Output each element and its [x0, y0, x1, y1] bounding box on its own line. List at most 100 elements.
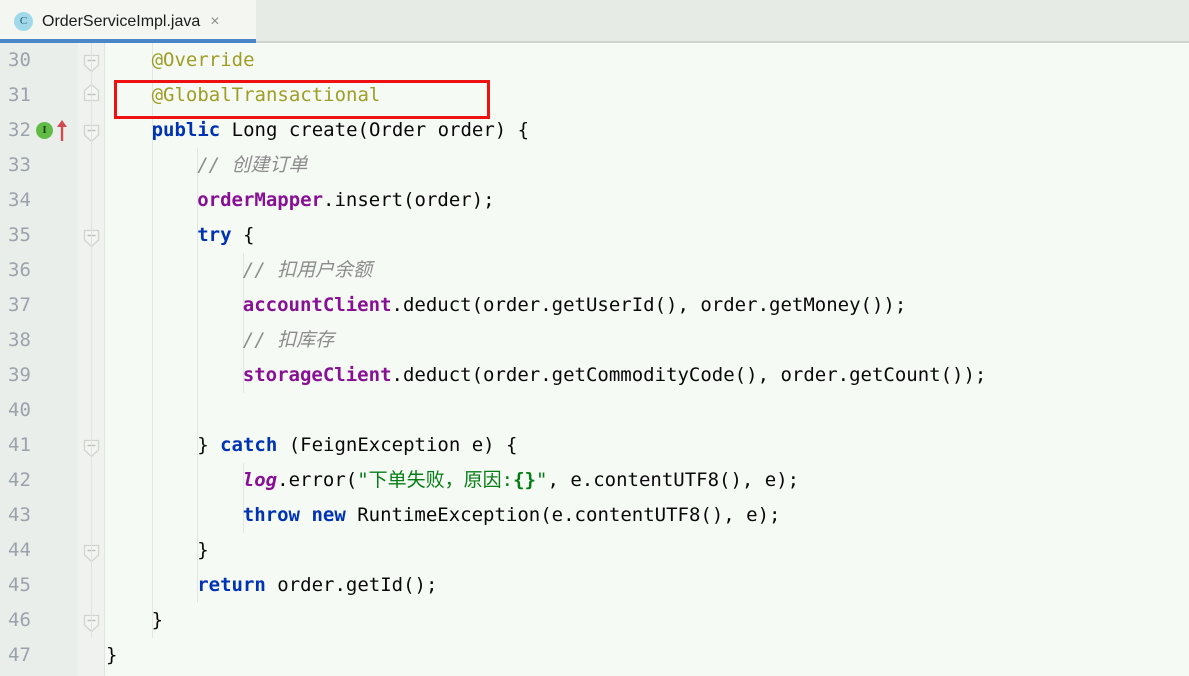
code-line-text[interactable]: // 创建订单 [197, 148, 307, 183]
code-token: "下单失败，原因: [357, 469, 514, 491]
line-number: 35 [8, 224, 31, 246]
code-token: .error( [277, 469, 358, 491]
line-number: 42 [8, 469, 31, 491]
fold-connector-line [91, 603, 92, 638]
code-line-text[interactable]: public Long create(Order order) { [152, 113, 530, 148]
line-number: 44 [8, 539, 31, 561]
code-line-text[interactable]: storageClient.deduct(order.getCommodityC… [243, 358, 987, 393]
fold-connector-line [91, 393, 92, 428]
fold-connector-line [91, 218, 92, 253]
line-number: 31 [8, 84, 31, 106]
fold-connector-line [91, 113, 92, 148]
code-token: { [231, 224, 255, 246]
code-line-text[interactable]: log.error("下单失败，原因:{}", e.contentUTF8(),… [243, 463, 799, 498]
code-line-row[interactable]: 37 accountClient.deduct(order.getUserId()… [0, 288, 1189, 323]
code-token: @Override [151, 49, 255, 71]
code-token: throw [242, 504, 300, 526]
close-icon[interactable]: × [210, 13, 219, 30]
line-number: 37 [8, 294, 31, 316]
code-line-text[interactable]: // 扣库存 [243, 323, 334, 358]
code-editor-area[interactable]: 30 @Override 31 @GlobalTransactional 32 Ipubl… [0, 43, 1189, 676]
line-number: 47 [8, 644, 31, 666]
code-line-text[interactable]: } [152, 603, 163, 638]
overriding-method-arrow-icon[interactable] [55, 118, 69, 142]
fold-connector-line [91, 498, 92, 533]
code-line-row[interactable]: 38 // 扣库存 [0, 323, 1189, 358]
code-line-row[interactable]: 46} [0, 603, 1189, 638]
line-number: 39 [8, 364, 31, 386]
fold-connector-line [91, 568, 92, 603]
line-number: 43 [8, 504, 31, 526]
code-line-row[interactable]: 33 // 创建订单 [0, 148, 1189, 183]
code-line-row[interactable]: 42 log.error("下单失败，原因:{}", e.contentUTF8(… [0, 463, 1189, 498]
code-line-row[interactable]: 31 @GlobalTransactional [0, 78, 1189, 113]
code-line-text[interactable]: orderMapper.insert(order); [197, 183, 494, 218]
fold-connector-line [91, 253, 92, 288]
code-line-text[interactable]: } catch (FeignException e) { [197, 428, 517, 463]
code-token: " [535, 469, 548, 491]
line-number: 36 [8, 259, 31, 281]
java-class-icon: C [14, 12, 33, 31]
editor-tab-bar: C OrderServiceImpl.java × [0, 0, 1189, 43]
code-token: log [242, 469, 278, 491]
code-line-text[interactable]: @Override [152, 43, 255, 78]
fold-connector-line [91, 288, 92, 323]
code-line-text[interactable]: } [106, 638, 117, 673]
code-token: } [197, 539, 209, 561]
code-line-row[interactable]: 47} [0, 638, 1189, 673]
ide-editor-window: C OrderServiceImpl.java × 30 @Override 31 @… [0, 0, 1189, 676]
code-token: accountClient [242, 294, 392, 316]
code-line-text[interactable]: @GlobalTransactional [152, 78, 381, 113]
code-lines[interactable]: 30 @Override 31 @GlobalTransactional 32 Ipubl… [0, 43, 1189, 676]
code-line-row[interactable]: 41} catch (FeignException e) { [0, 428, 1189, 463]
code-line-row[interactable]: 36 // 扣用户余额 [0, 253, 1189, 288]
code-token: catch [220, 434, 278, 456]
code-token: orderMapper [197, 189, 324, 211]
implementing-method-icon[interactable]: I [36, 122, 53, 139]
code-line-row[interactable]: 30 @Override [0, 43, 1189, 78]
code-line-row[interactable]: 40 [0, 393, 1189, 428]
code-token: , e.contentUTF8(), e); [547, 469, 800, 491]
code-token: // 扣用户余额 [242, 259, 373, 281]
code-line-row[interactable]: 35 try { [0, 218, 1189, 253]
code-line-row[interactable]: 45 return order.getId(); [0, 568, 1189, 603]
fold-connector-line [91, 358, 92, 393]
code-line-row[interactable]: 39 storageClient.deduct(order.getCommodit… [0, 358, 1189, 393]
code-line-text[interactable]: // 扣用户余额 [243, 253, 372, 288]
code-token: .insert(order); [323, 189, 495, 211]
code-token: // 扣库存 [242, 329, 335, 351]
fold-connector-line [91, 183, 92, 218]
code-token: try [197, 224, 232, 246]
code-line-row[interactable]: 44} [0, 533, 1189, 568]
code-line-text[interactable]: try { [197, 218, 254, 253]
code-line-text[interactable]: return order.getId(); [197, 568, 437, 603]
fold-connector-line [91, 43, 92, 78]
code-token: } [151, 609, 164, 631]
code-token: @GlobalTransactional [151, 84, 381, 106]
code-token: return [197, 574, 266, 596]
line-number: 30 [8, 49, 31, 71]
code-token: Long create(Order order) { [220, 119, 530, 141]
code-token: new [311, 504, 346, 526]
code-line-text[interactable]: } [197, 533, 208, 568]
tab-label: OrderServiceImpl.java [42, 12, 201, 30]
fold-connector-line [91, 323, 92, 358]
code-token: (FeignException e) { [277, 434, 518, 456]
line-number: 45 [8, 574, 31, 596]
code-line-text[interactable]: throw new RuntimeException(e.contentUTF8… [243, 498, 781, 533]
code-token: .deduct(order.getCommodityCode(), order.… [391, 364, 987, 386]
code-token: // 创建订单 [197, 154, 308, 176]
line-number: 46 [8, 609, 31, 631]
code-line-row[interactable]: 32 Ipublic Long create(Order order) { [0, 113, 1189, 148]
code-token: .deduct(order.getUserId(), order.getMone… [391, 294, 907, 316]
code-token: } [197, 434, 221, 456]
fold-connector-line [91, 463, 92, 498]
editor-tab-order-service-impl[interactable]: C OrderServiceImpl.java × [0, 0, 256, 43]
line-number: 40 [8, 399, 31, 421]
code-line-row[interactable]: 43 throw new RuntimeException(e.contentUT… [0, 498, 1189, 533]
line-number: 33 [8, 154, 31, 176]
code-token: storageClient [242, 364, 392, 386]
code-line-row[interactable]: 34 orderMapper.insert(order); [0, 183, 1189, 218]
code-line-text[interactable]: accountClient.deduct(order.getUserId(), … [243, 288, 906, 323]
fold-connector-line [91, 148, 92, 183]
